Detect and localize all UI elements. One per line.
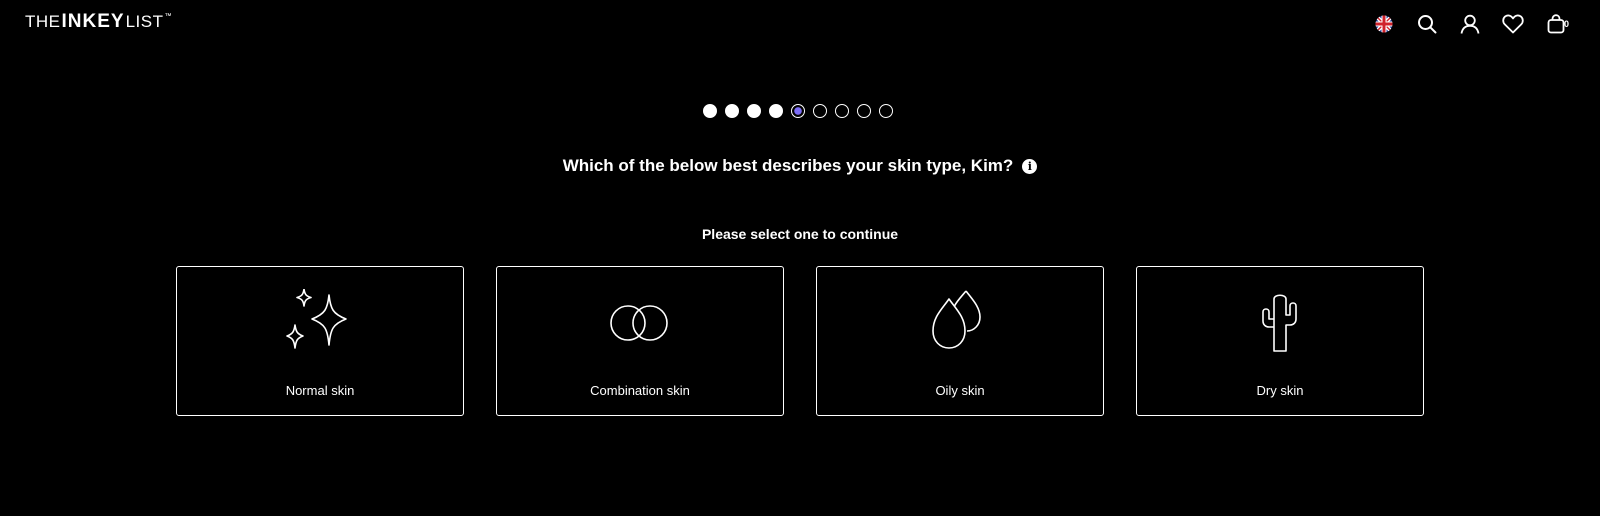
brand-logo[interactable]: THE INKEY LIST ™ [25, 11, 172, 32]
skin-type-options: Normal skin Combination skin Oily skin D… [176, 266, 1424, 416]
user-icon[interactable] [1458, 12, 1482, 36]
sparkles-icon [177, 289, 463, 361]
progress-dot-current [791, 104, 805, 118]
question-heading: Which of the below best describes your s… [0, 156, 1600, 176]
question-text: Which of the below best describes your s… [562, 156, 1014, 175]
bag-icon[interactable]: 0 [1544, 12, 1570, 36]
progress-dot [857, 104, 871, 118]
info-icon[interactable]: i [1022, 158, 1038, 174]
logo-trademark: ™ [164, 13, 172, 20]
progress-dot [747, 104, 761, 118]
site-header: THE INKEY LIST ™ 0 [0, 0, 1600, 48]
logo-inkey: INKEY [61, 11, 125, 32]
option-normal-skin[interactable]: Normal skin [176, 266, 464, 416]
overlapping-circles-icon [497, 289, 783, 361]
quiz-progress [703, 104, 901, 118]
option-dry-skin[interactable]: Dry skin [1136, 266, 1424, 416]
cactus-icon [1137, 289, 1423, 361]
progress-dot [813, 104, 827, 118]
droplets-icon [817, 289, 1103, 361]
option-label: Normal skin [285, 383, 355, 398]
option-combination-skin[interactable]: Combination skin [496, 266, 784, 416]
option-label: Oily skin [935, 383, 985, 398]
instruction-text: Please select one to continue [701, 226, 899, 242]
option-label: Dry skin [1256, 383, 1304, 398]
heart-icon[interactable] [1501, 12, 1525, 36]
uk-flag-icon[interactable] [1372, 12, 1396, 36]
option-label: Combination skin [590, 383, 690, 398]
logo-list: LIST [125, 12, 164, 31]
progress-dot [703, 104, 717, 118]
progress-dot [725, 104, 739, 118]
header-actions: 0 [1372, 12, 1570, 36]
progress-dot [769, 104, 783, 118]
progress-dot [879, 104, 893, 118]
search-icon[interactable] [1415, 12, 1439, 36]
bag-count: 0 [1564, 19, 1570, 29]
progress-dot [835, 104, 849, 118]
option-oily-skin[interactable]: Oily skin [816, 266, 1104, 416]
logo-the: THE [25, 12, 61, 31]
